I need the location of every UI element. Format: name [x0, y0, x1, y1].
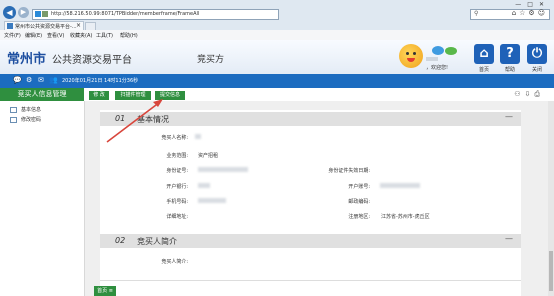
annotation-arrow: [106, 99, 163, 143]
arrow-shaft: [106, 101, 161, 143]
